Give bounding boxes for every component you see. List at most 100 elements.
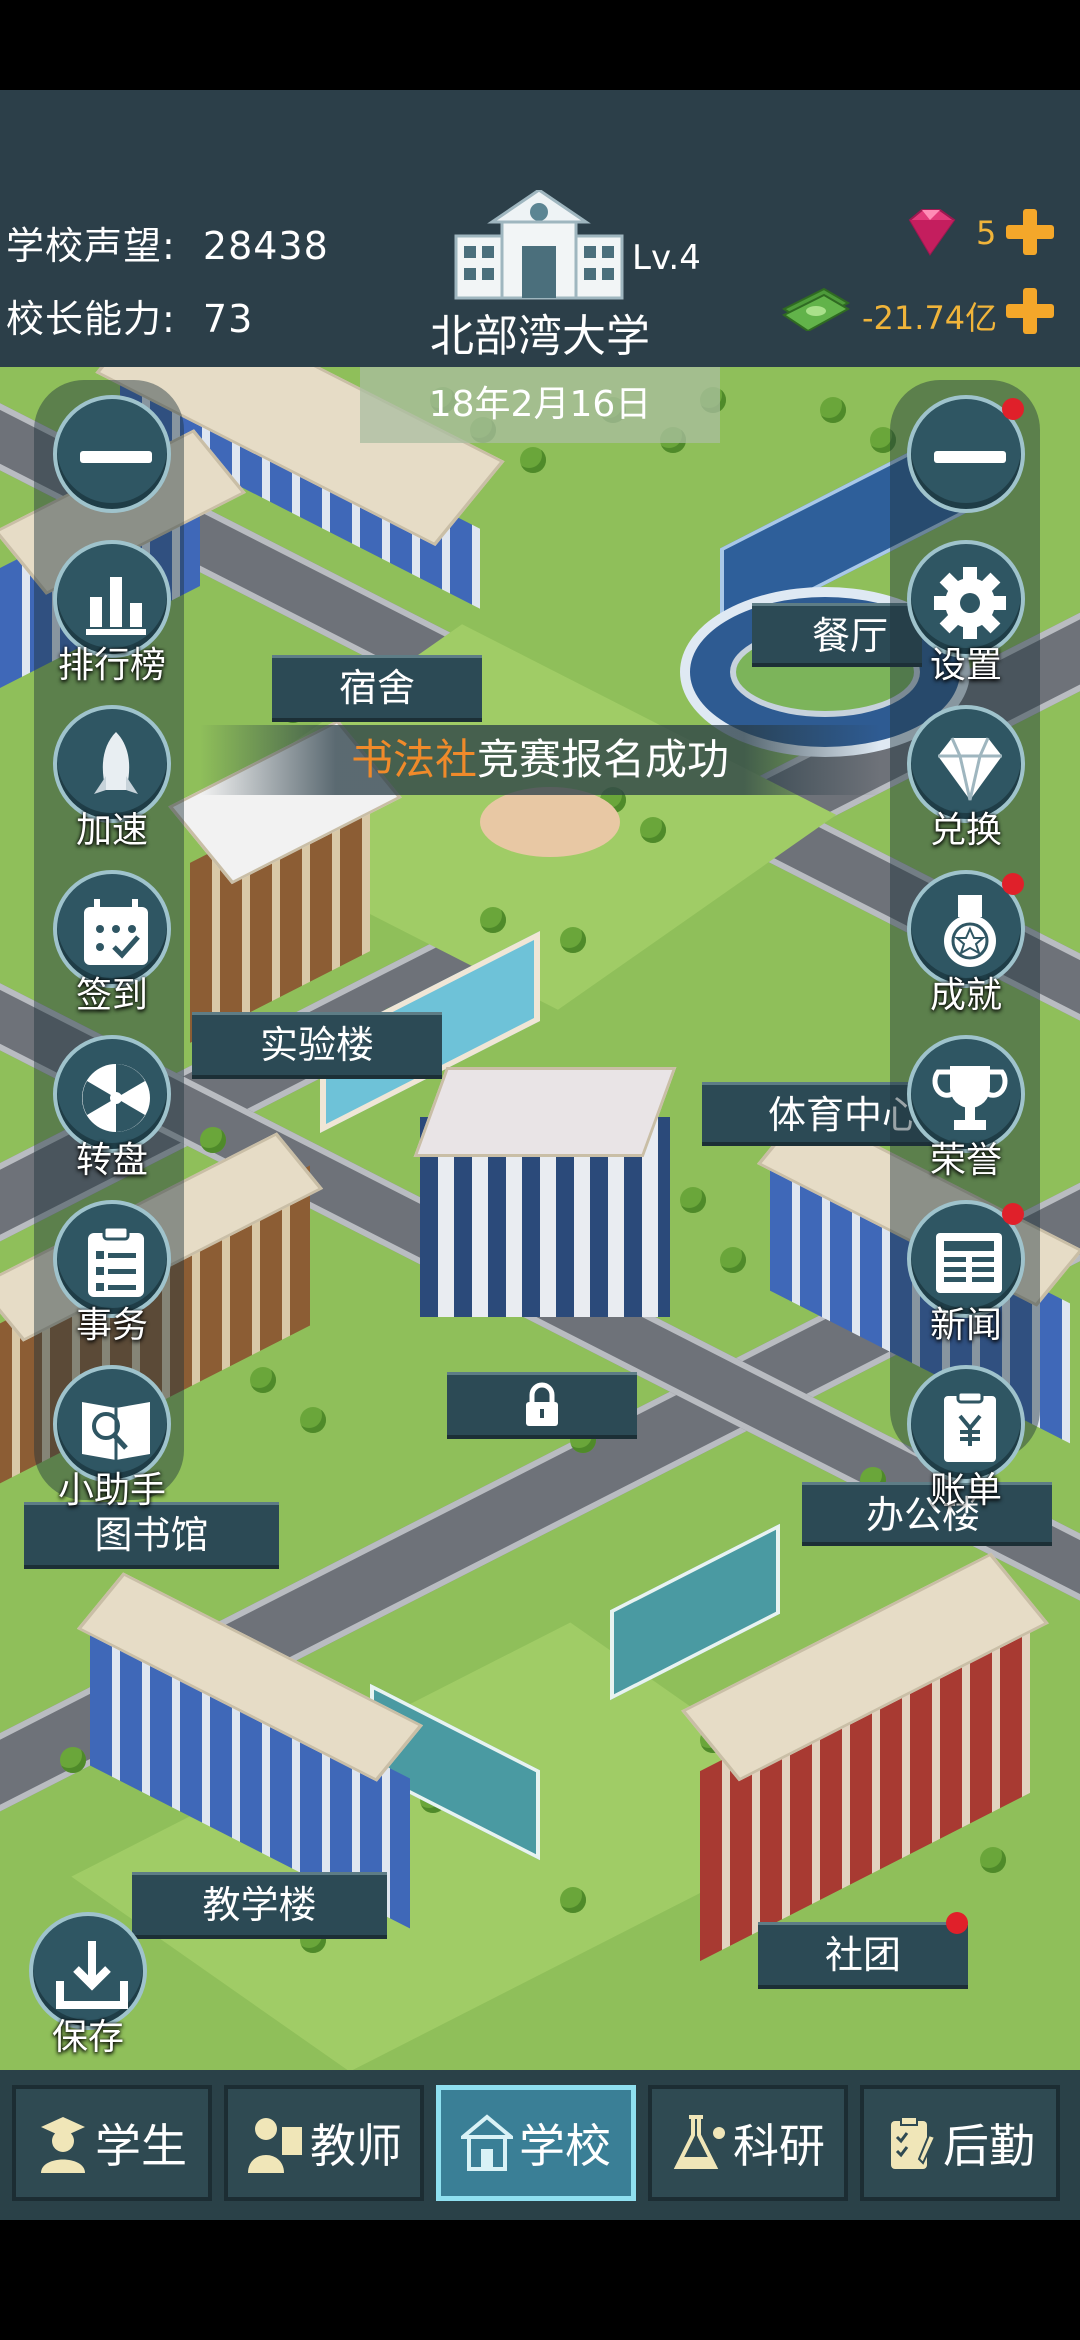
bill-icon [944,1390,996,1462]
tab-research-label: 科研 [733,2119,825,2173]
wheel-label: 转盘 [75,1140,148,1181]
bill-button[interactable]: 账单 [906,1365,1026,1513]
notification-badge [1002,398,1024,420]
exchange-label: 兑换 [929,810,1002,851]
header: 学校声望: 28438 校长能力: 73 Lv.4 北部湾大学 5 -21.74… [0,90,1080,367]
news-label: 新闻 [929,1305,1002,1346]
clipboard-icon [88,1225,144,1297]
tree [520,447,546,473]
tab-logistics-label: 后勤 [943,2119,1035,2173]
school-level: Lv.4 [632,238,701,278]
speed-up-button[interactable]: 加速 [52,705,172,853]
tab-school[interactable]: 学校 [436,2085,636,2201]
plaza [480,787,620,857]
helper-icon [82,1402,150,1460]
tab-logistics[interactable]: 后勤 [860,2085,1060,2201]
dorm-label[interactable]: 宿舍 [272,655,482,718]
add-gems-button[interactable] [1004,207,1054,257]
minus-icon [934,451,1006,463]
affairs-button[interactable]: 事务 [52,1200,172,1348]
bar-chart-icon [86,577,146,635]
tree [980,1847,1006,1873]
notice-highlight: 书法社 [350,735,477,784]
teaching-label[interactable]: 教学楼 [132,1872,387,1935]
logistics-icon [891,2116,937,2169]
club-notification-badge [946,1912,968,1934]
tab-teachers-label: 教师 [310,2119,402,2173]
flask-icon [673,2115,725,2169]
tab-students[interactable]: 学生 [12,2085,212,2201]
rocket-icon [94,732,138,794]
school-name: 北部湾大学 [430,311,650,362]
wheel-icon [82,1064,150,1132]
helper-button[interactable]: 小助手 [52,1365,172,1513]
ability-value: 73 [202,297,254,341]
helper-label: 小助手 [57,1470,166,1511]
achievements-badge [1002,873,1024,895]
settings-label: 设置 [929,645,1002,686]
ranking-button[interactable]: 排行榜 [52,540,172,688]
reputation-stat: 学校声望: 28438 [6,215,329,270]
school-icon [461,2114,513,2171]
exchange-button[interactable]: 兑换 [906,705,1026,853]
tree [480,907,506,933]
reputation-value: 28438 [202,224,329,268]
money-amount: -21.74亿 [862,299,998,337]
tree [640,817,666,843]
bill-label: 账单 [929,1470,1002,1511]
tree [560,1887,586,1913]
tab-teachers[interactable]: 教师 [224,2085,424,2201]
settings-button[interactable]: 设置 [906,540,1026,688]
status-bar [0,0,1080,90]
reputation-label: 学校声望: [6,224,176,268]
tree [300,1407,326,1433]
calendar-icon [84,899,148,965]
ability-stat: 校长能力: 73 [6,288,253,343]
collapse-left-menu-button[interactable] [52,395,172,513]
notice-text: 竞赛报名成功 [477,735,730,784]
ranking-label: 排行榜 [57,645,166,686]
gear-icon [934,567,1006,639]
tab-research[interactable]: 科研 [648,2085,848,2201]
check-in-label: 签到 [75,975,148,1016]
gem-count: 5 [976,214,997,252]
ability-label: 校长能力: [6,297,176,341]
tree [560,927,586,953]
speed-up-label: 加速 [75,810,148,851]
notice-banner: 书法社竞赛报名成功 [200,725,880,795]
add-money-button[interactable] [1004,286,1054,336]
tab-school-label: 学校 [519,2119,611,2173]
honor-button[interactable]: 荣誉 [906,1035,1026,1183]
club-label[interactable]: 社团 [758,1922,968,1985]
tree [200,1127,226,1153]
save-button[interactable]: 保存 [28,1912,148,2060]
gem-icon [908,209,956,256]
game-date: 18年2月16日 [360,367,720,443]
tree [250,1367,276,1393]
tree [820,397,846,423]
lock-icon [526,1382,558,1426]
tab-students-label: 学生 [95,2119,187,2173]
trophy-icon [932,1066,1008,1130]
wheel-button[interactable]: 转盘 [52,1035,172,1183]
locked-building-label[interactable] [447,1372,637,1435]
achievements-label: 成就 [929,975,1002,1016]
tree [60,1747,86,1773]
save-label: 保存 [51,2017,124,2058]
newspaper-icon [936,1233,1002,1293]
medal-icon [944,895,996,967]
affairs-label: 事务 [75,1305,148,1346]
student-icon [41,2117,85,2173]
teacher-icon [248,2118,302,2173]
locked-building-roof [413,1067,677,1157]
lab-label[interactable]: 实验楼 [192,1012,442,1075]
honor-label: 荣誉 [929,1140,1002,1181]
download-icon [56,1941,128,2009]
tree [720,1247,746,1273]
news-badge [1002,1203,1024,1225]
diamond-icon [938,737,1002,801]
minus-icon [80,451,152,463]
school-building-icon [454,190,624,300]
check-in-button[interactable]: 签到 [52,870,172,1018]
system-nav-bar [0,2220,1080,2340]
